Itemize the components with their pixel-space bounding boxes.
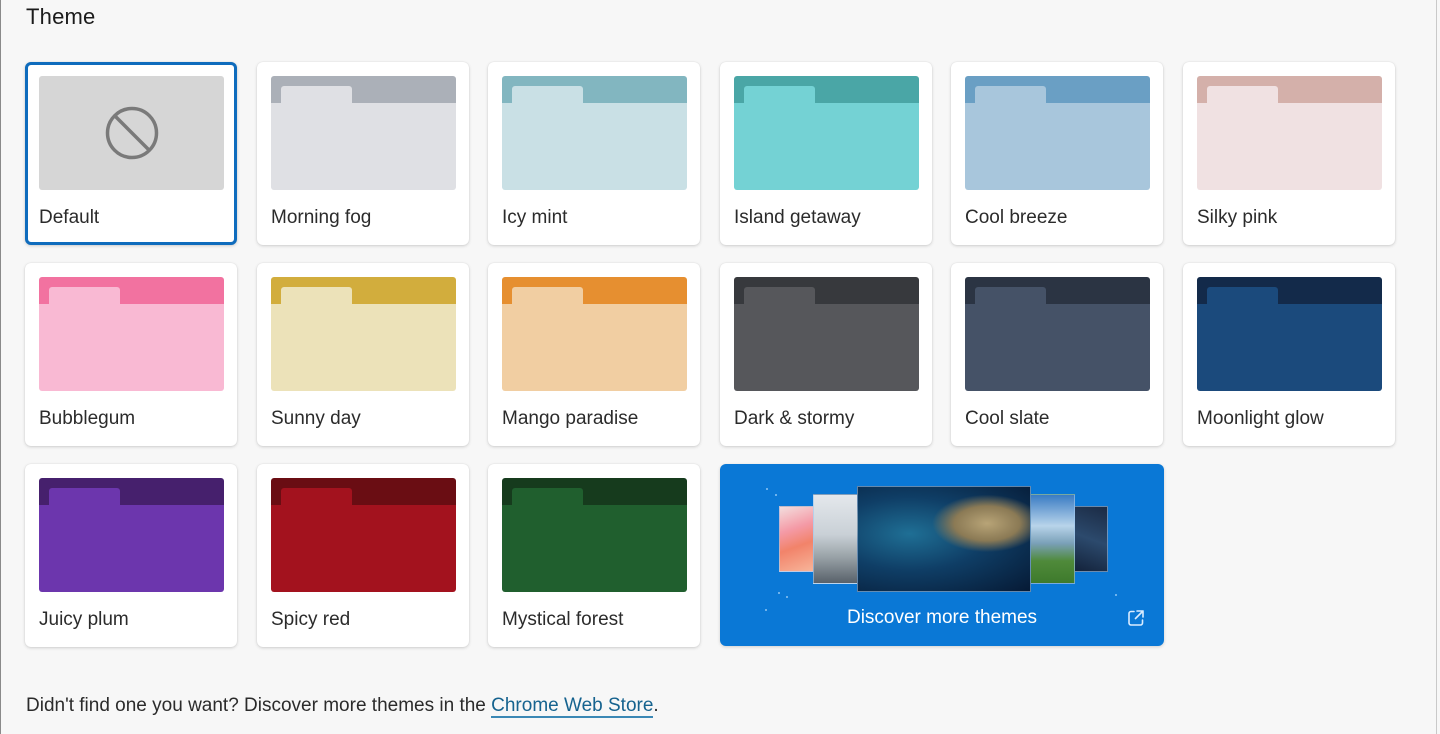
theme-preview <box>1197 76 1382 190</box>
window-right-edge <box>1436 0 1437 734</box>
theme-thumbnail <box>1029 494 1075 584</box>
theme-label: Morning fog <box>271 207 372 228</box>
theme-card-cool-breeze[interactable]: Cool breeze <box>951 62 1163 245</box>
theme-label: Spicy red <box>271 609 351 630</box>
sparkle <box>786 596 788 598</box>
preview-tab <box>744 287 815 305</box>
preview-tab <box>49 287 120 305</box>
theme-label: Cool slate <box>965 408 1050 429</box>
preview-tab <box>281 287 352 305</box>
theme-card-mystical-forest[interactable]: Mystical forest <box>488 464 700 647</box>
theme-label: Mango paradise <box>502 408 639 429</box>
theme-card-default[interactable]: Default <box>25 62 237 245</box>
theme-preview <box>39 478 224 592</box>
sparkle <box>778 592 780 594</box>
preview-tab <box>1207 287 1278 305</box>
footer-trailing: . <box>653 695 659 716</box>
sparkle <box>766 488 768 490</box>
theme-preview <box>1197 277 1382 391</box>
preview-body <box>734 103 919 190</box>
theme-card-mango-paradise[interactable]: Mango paradise <box>488 263 700 446</box>
chrome-web-store-link[interactable]: Chrome Web Store <box>491 695 654 718</box>
theme-label: Moonlight glow <box>1197 408 1324 429</box>
preview-tab <box>512 86 583 104</box>
theme-card-juicy-plum[interactable]: Juicy plum <box>25 464 237 647</box>
preview-body <box>271 103 456 190</box>
theme-label: Icy mint <box>502 207 568 228</box>
theme-card-moonlight-glow[interactable]: Moonlight glow <box>1183 263 1395 446</box>
theme-thumbnail <box>813 494 859 584</box>
preview-tab <box>49 488 120 506</box>
theme-preview <box>271 478 456 592</box>
theme-preview <box>734 76 919 190</box>
preview-body <box>502 505 687 592</box>
theme-card-cool-slate[interactable]: Cool slate <box>951 263 1163 446</box>
theme-preview <box>502 76 687 190</box>
preview-body <box>1197 304 1382 391</box>
theme-card-island-getaway[interactable]: Island getaway <box>720 62 932 245</box>
preview-body <box>271 304 456 391</box>
theme-preview <box>271 76 456 190</box>
preview-tab <box>975 86 1046 104</box>
preview-body <box>271 505 456 592</box>
preview-body <box>1197 103 1382 190</box>
theme-card-spicy-red[interactable]: Spicy red <box>257 464 469 647</box>
discover-label: Discover more themes <box>846 607 1038 628</box>
preview-body <box>39 304 224 391</box>
preview-tab <box>744 86 815 104</box>
theme-label: Cool breeze <box>965 207 1068 228</box>
sparkle <box>1115 594 1117 596</box>
theme-preview <box>734 277 919 391</box>
theme-label: Island getaway <box>734 207 861 228</box>
preview-tab <box>281 86 352 104</box>
theme-preview <box>502 277 687 391</box>
preview-tab <box>512 287 583 305</box>
preview-tab <box>281 488 352 506</box>
theme-label: Default <box>39 207 100 228</box>
preview-body <box>965 304 1150 391</box>
theme-preview <box>965 277 1150 391</box>
theme-thumbnail <box>779 506 815 572</box>
theme-label: Dark & stormy <box>734 408 855 429</box>
theme-preview <box>39 76 224 190</box>
no-theme-icon <box>105 106 159 160</box>
preview-body <box>502 103 687 190</box>
theme-label: Silky pink <box>1197 207 1278 228</box>
preview-tab <box>975 287 1046 305</box>
theme-card-dark-and-stormy[interactable]: Dark & stormy <box>720 263 932 446</box>
discover-more-themes-button[interactable]: Discover more themes <box>720 464 1164 646</box>
preview-body <box>39 505 224 592</box>
theme-card-icy-mint[interactable]: Icy mint <box>488 62 700 245</box>
theme-card-morning-fog[interactable]: Morning fog <box>257 62 469 245</box>
theme-preview <box>965 76 1150 190</box>
preview-tab <box>1207 86 1278 104</box>
external-link-icon <box>1128 610 1144 626</box>
theme-label: Sunny day <box>271 408 361 429</box>
theme-thumbnail <box>1072 506 1108 572</box>
theme-thumbnail-featured <box>857 486 1031 592</box>
footer-note: Didn't find one you want? Discover more … <box>26 695 659 718</box>
theme-card-sunny-day[interactable]: Sunny day <box>257 263 469 446</box>
theme-preview <box>39 277 224 391</box>
theme-label: Bubblegum <box>39 408 136 429</box>
theme-label: Mystical forest <box>502 609 624 630</box>
preview-body <box>965 103 1150 190</box>
theme-preview <box>271 277 456 391</box>
sparkle <box>775 494 777 496</box>
theme-card-bubblegum[interactable]: Bubblegum <box>25 263 237 446</box>
theme-preview <box>502 478 687 592</box>
section-title: Theme <box>26 4 96 29</box>
footer-text: Didn't find one you want? Discover more … <box>26 695 492 716</box>
theme-card-silky-pink[interactable]: Silky pink <box>1183 62 1395 245</box>
preview-tab <box>512 488 583 506</box>
preview-body <box>502 304 687 391</box>
theme-label: Juicy plum <box>39 609 129 630</box>
preview-body <box>734 304 919 391</box>
window-left-edge <box>0 0 1 734</box>
